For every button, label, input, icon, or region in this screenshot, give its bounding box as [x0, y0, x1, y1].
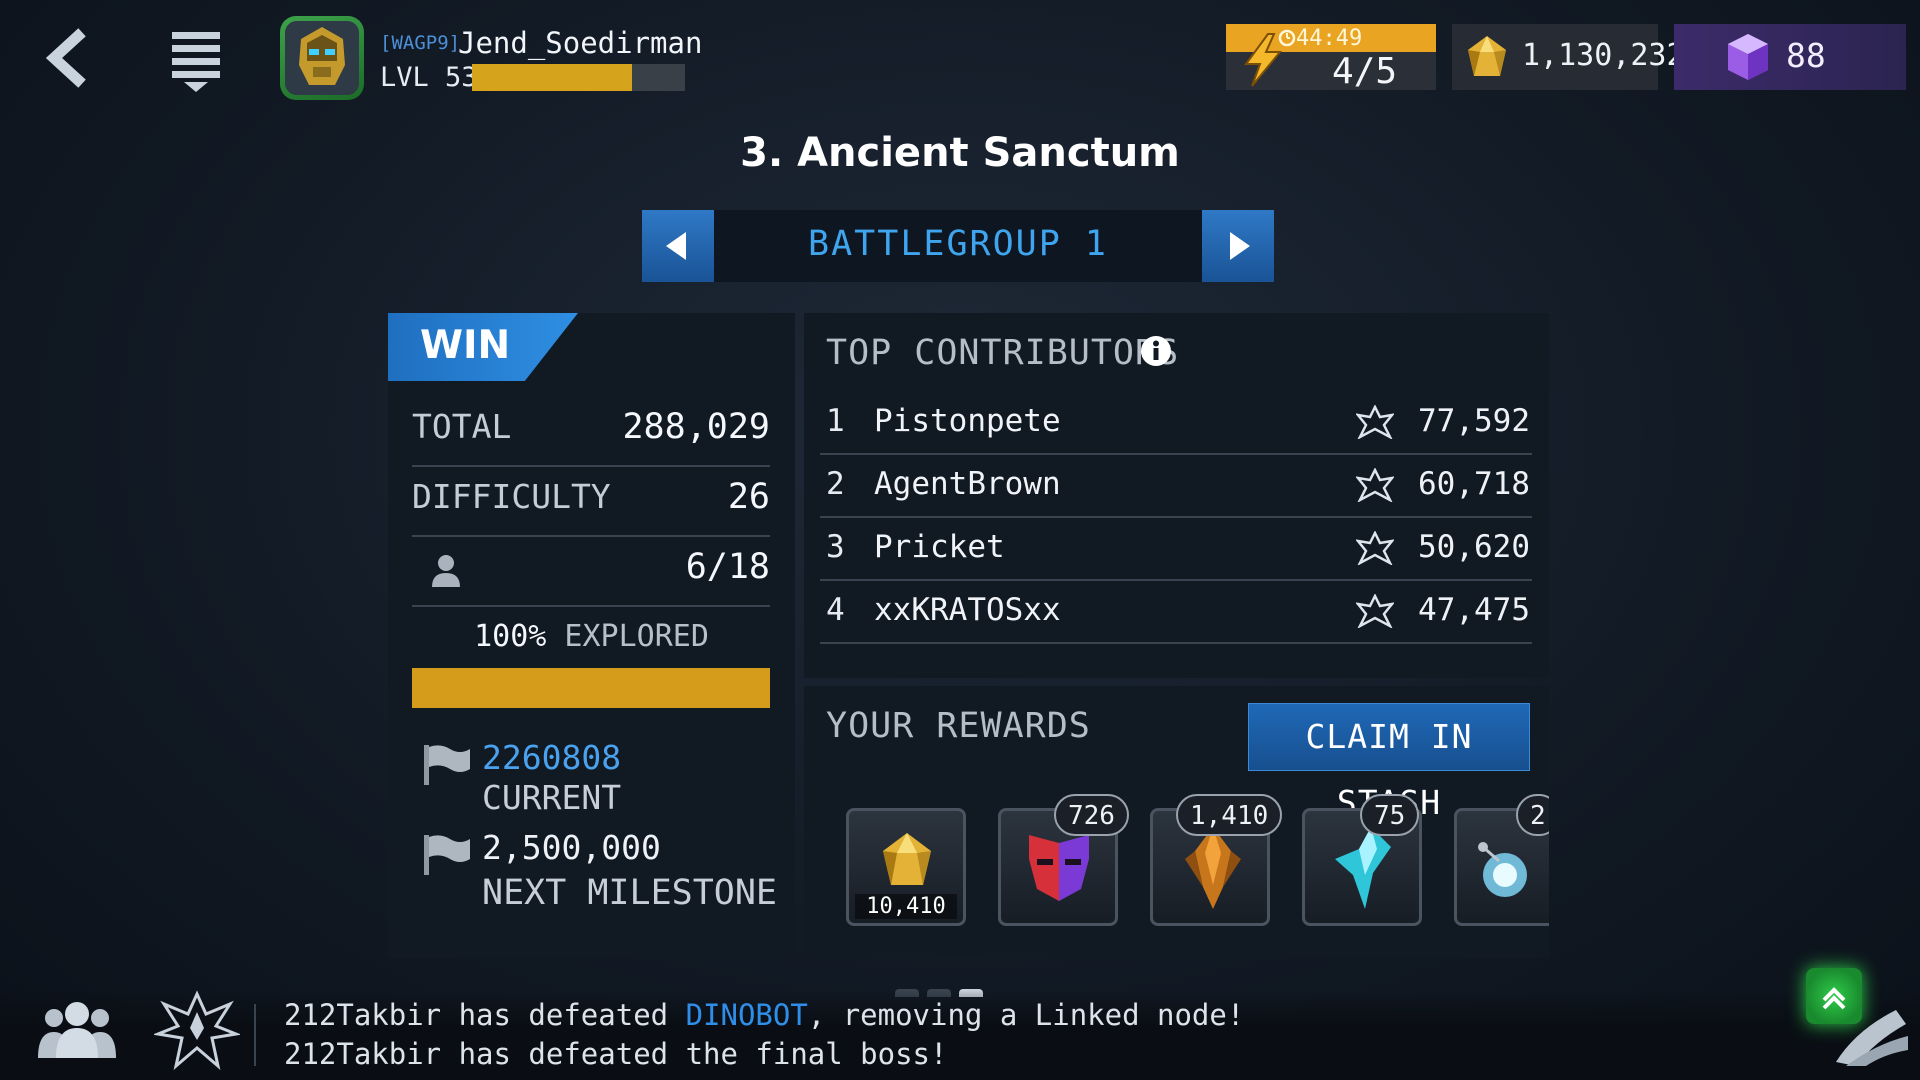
- page-title: 3. Ancient Sanctum: [740, 130, 1180, 176]
- info-icon: [1141, 336, 1171, 366]
- faction-score-icon: [1356, 468, 1394, 502]
- avatar-portrait: [285, 21, 359, 95]
- explored-text: 100% EXPLORED: [388, 619, 795, 654]
- explored-percent: 100%: [474, 619, 547, 654]
- back-button[interactable]: [42, 28, 92, 88]
- faction-button[interactable]: [152, 990, 242, 1074]
- rewards-panel: YOUR REWARDS CLAIM IN STASH 10,410 726 1…: [804, 686, 1549, 958]
- reward-count-badge: 1,410: [1176, 794, 1283, 836]
- alliance-button[interactable]: [36, 1000, 118, 1066]
- contributor-row[interactable]: 1 Pistonpete 77,592: [820, 391, 1532, 455]
- difficulty-value: 26: [727, 477, 770, 517]
- contributor-row[interactable]: 3 Pricket 50,620: [820, 517, 1532, 581]
- reward-count-badge: 726: [1054, 794, 1129, 836]
- contributor-rank: 1: [826, 403, 845, 439]
- contributor-score: 60,718: [1418, 466, 1530, 502]
- current-value: 2260808: [482, 738, 622, 777]
- explored-bar-fill: [412, 668, 770, 708]
- milestone-flag-icon: [424, 835, 470, 875]
- feed-divider: [254, 1004, 256, 1066]
- previous-battlegroup-button[interactable]: [642, 210, 714, 282]
- battlegroup-label: BATTLEGROUP 1: [808, 224, 1108, 264]
- difficulty-row: DIFFICULTY 26: [412, 465, 770, 537]
- faction-score-icon: [1356, 594, 1394, 628]
- next-milestone-label: NEXT MILESTONE: [482, 873, 778, 913]
- arrow-left-icon: [666, 232, 686, 260]
- next-milestone-value: 2,500,000: [482, 828, 661, 867]
- total-value: 288,029: [622, 407, 770, 447]
- xp-bar-fill: [472, 64, 632, 91]
- current-label: CURRENT: [482, 778, 622, 817]
- contributor-name: Pricket: [874, 529, 1005, 565]
- flag-icon: [424, 745, 470, 785]
- feed-text: , removing a Linked node!: [807, 998, 1245, 1032]
- players-row: 6/18: [412, 535, 770, 607]
- contributor-name: AgentBrown: [874, 466, 1061, 502]
- bronze-shard-icon: [1185, 827, 1241, 909]
- difficulty-label: DIFFICULTY: [412, 477, 611, 516]
- gems-value: 88: [1786, 36, 1826, 75]
- reward-count-badge: 75: [1360, 794, 1420, 836]
- people-group-icon: [38, 1002, 116, 1058]
- energy-timer: 44:49: [1296, 26, 1363, 51]
- corner-menu-icon[interactable]: [1826, 990, 1910, 1066]
- faction-mask-icon: [1029, 835, 1089, 901]
- explored-bar: [412, 668, 770, 708]
- person-icon: [432, 555, 460, 587]
- contributor-score: 77,592: [1418, 403, 1530, 439]
- explored-label: EXPLORED: [564, 619, 709, 654]
- battlegroup-selector: BATTLEGROUP 1: [642, 210, 1274, 282]
- total-label: TOTAL: [412, 407, 512, 446]
- player-level: LVL 53: [380, 62, 478, 93]
- clock-icon: [1278, 29, 1296, 47]
- claim-in-stash-button[interactable]: CLAIM IN STASH: [1248, 703, 1530, 822]
- robot-portrait-icon: [285, 21, 359, 95]
- menu-button[interactable]: [168, 28, 224, 94]
- contributors-title: TOP CONTRIBUTORS: [826, 333, 1180, 373]
- gold-crystal-icon: [883, 833, 931, 885]
- rewards-title: YOUR REWARDS: [826, 706, 1091, 746]
- gold-value: 1,130,232: [1522, 38, 1685, 73]
- arrow-right-icon: [1230, 232, 1250, 260]
- top-contributors-panel[interactable]: TOP CONTRIBUTORS 1 Pistonpete 77,592 2 A…: [804, 313, 1549, 678]
- menu-lines-icon: [172, 32, 220, 92]
- players-value: 6/18: [685, 547, 770, 587]
- summary-panel: WIN TOTAL 288,029 DIFFICULTY 26 6/18 100…: [388, 313, 795, 958]
- feed-enemy-link[interactable]: DINOBOT: [686, 998, 808, 1032]
- player-name: Jend_Soedirman: [458, 26, 703, 60]
- feed-text: 212Takbir has defeated: [284, 998, 686, 1032]
- event-feed-line: 212Takbir has defeated DINOBOT, removing…: [284, 998, 1244, 1032]
- contributor-rank: 2: [826, 466, 845, 502]
- energy-counter[interactable]: 44:49 4/5: [1226, 24, 1436, 92]
- decepticon-emblem-icon: [152, 990, 242, 1071]
- gold-counter[interactable]: 1,130,232: [1452, 24, 1685, 90]
- purple-gem-icon: [1728, 34, 1768, 80]
- reward-quantity: 10,410: [855, 894, 957, 919]
- contributor-rank: 3: [826, 529, 845, 565]
- gems-counter[interactable]: 88: [1674, 24, 1906, 90]
- contributor-row[interactable]: 2 AgentBrown 60,718: [820, 454, 1532, 518]
- event-feed-line: 212Takbir has defeated the final boss!: [284, 1037, 948, 1071]
- xp-bar: [472, 64, 685, 91]
- player-avatar[interactable]: [280, 16, 364, 100]
- energy-orb-icon: [1478, 842, 1527, 897]
- gold-crystal-icon: [1468, 36, 1506, 76]
- guild-tag: [WAGP9]: [380, 32, 461, 54]
- faction-score-icon: [1356, 531, 1394, 565]
- contributor-rank: 4: [826, 592, 845, 628]
- cyan-shard-icon: [1335, 827, 1391, 909]
- contributor-name: xxKRATOSxx: [874, 592, 1061, 628]
- contributor-name: Pistonpete: [874, 403, 1061, 439]
- faction-score-icon: [1356, 405, 1394, 439]
- reward-item[interactable]: 10,410: [846, 808, 966, 926]
- result-label: WIN: [420, 323, 511, 368]
- total-row: TOTAL 288,029: [412, 395, 770, 467]
- next-battlegroup-button[interactable]: [1202, 210, 1274, 282]
- chevron-left-icon: [45, 28, 86, 88]
- contributor-row-partial[interactable]: [820, 643, 1532, 678]
- contributor-row[interactable]: 4 xxKRATOSxx 47,475: [820, 580, 1532, 644]
- contributor-score: 50,620: [1418, 529, 1530, 565]
- contributor-score: 47,475: [1418, 592, 1530, 628]
- energy-count: 4/5: [1332, 51, 1398, 92]
